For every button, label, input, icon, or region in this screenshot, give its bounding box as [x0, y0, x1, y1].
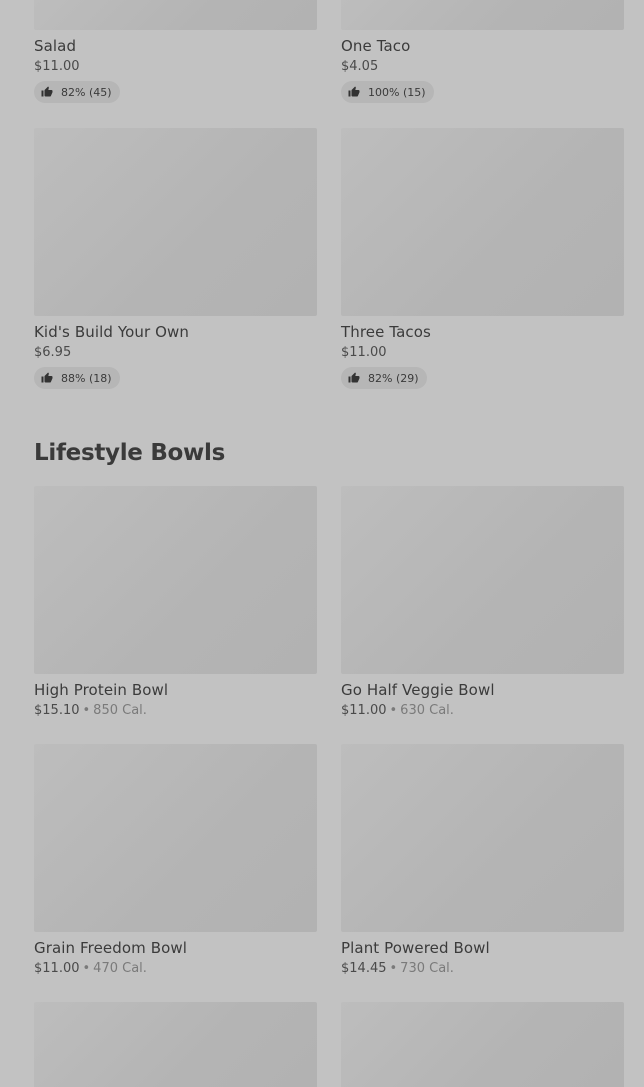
item-price: $11.00 — [341, 345, 387, 360]
thumbs-up-icon — [41, 372, 53, 383]
item-price-calories: $11.00 • 470 Cal. — [34, 961, 317, 977]
separator-dot: • — [389, 703, 398, 718]
menu-item-card[interactable]: Kid's Build Your Own $6.95 88% (18) — [34, 128, 317, 389]
item-price: $11.00 — [34, 59, 80, 74]
lifestyle-grid-row: High Protein Bowl $15.10 • 850 Cal. Go Hal… — [34, 486, 624, 719]
menu-grid-row: Kid's Build Your Own $6.95 88% (18) Thre… — [34, 128, 624, 389]
menu-item-card[interactable]: Salad $11.00 82% (45) — [34, 0, 317, 103]
item-price: $14.45 — [341, 961, 387, 976]
item-image[interactable] — [341, 0, 624, 30]
menu-item-card[interactable]: Plant Powered Bowl $14.45 • 730 Cal. — [341, 744, 624, 977]
lifestyle-grid-row — [34, 1002, 624, 1087]
rating-badge: 82% (45) — [34, 81, 120, 103]
separator-dot: • — [389, 961, 398, 976]
item-calories: 630 Cal. — [400, 703, 454, 718]
item-image[interactable] — [34, 128, 317, 316]
rating-text: 100% (15) — [368, 85, 426, 99]
thumbs-up-icon — [348, 86, 360, 97]
rating-badge: 88% (18) — [34, 367, 120, 389]
menu-item-card[interactable]: Go Half Veggie Bowl $11.00 • 630 Cal. — [341, 486, 624, 719]
rating-badge: 100% (15) — [341, 81, 434, 103]
menu-grid-top: Salad $11.00 82% (45) One Taco $4.05 100… — [34, 0, 624, 103]
item-image[interactable] — [34, 1002, 317, 1087]
menu-item-card[interactable]: High Protein Bowl $15.10 • 850 Cal. — [34, 486, 317, 719]
item-price: $6.95 — [34, 345, 72, 360]
item-image[interactable] — [341, 486, 624, 674]
item-name: Plant Powered Bowl — [341, 939, 490, 957]
item-calories: 730 Cal. — [400, 961, 454, 976]
item-name: High Protein Bowl — [34, 681, 169, 699]
item-image[interactable] — [34, 0, 317, 30]
menu-item-card[interactable]: One Taco $4.05 100% (15) — [341, 0, 624, 103]
menu-item-card[interactable] — [341, 1002, 624, 1087]
menu-item-card[interactable]: Three Tacos $11.00 82% (29) — [341, 128, 624, 389]
item-name: Three Tacos — [341, 323, 431, 341]
menu-item-card[interactable]: Grain Freedom Bowl $11.00 • 470 Cal. — [34, 744, 317, 977]
item-price: $11.00 — [34, 961, 80, 976]
separator-dot: • — [82, 703, 91, 718]
item-price: $11.00 — [341, 703, 387, 718]
item-image[interactable] — [34, 744, 317, 932]
thumbs-up-icon — [348, 372, 360, 383]
lifestyle-grid-row: Grain Freedom Bowl $11.00 • 470 Cal. Plant… — [34, 744, 624, 977]
item-price: $15.10 — [34, 703, 80, 718]
item-calories: 850 Cal. — [93, 703, 147, 718]
thumbs-up-icon — [41, 86, 53, 97]
item-image[interactable] — [341, 744, 624, 932]
rating-badge: 82% (29) — [341, 367, 427, 389]
item-price-calories: $15.10 • 850 Cal. — [34, 703, 317, 719]
item-name: Grain Freedom Bowl — [34, 939, 188, 957]
item-calories: 470 Cal. — [93, 961, 147, 976]
menu-item-card[interactable] — [34, 1002, 317, 1087]
item-image[interactable] — [341, 128, 624, 316]
rating-text: 82% (29) — [368, 371, 419, 385]
item-image[interactable] — [341, 1002, 624, 1087]
item-name: One Taco — [341, 37, 411, 55]
item-image[interactable] — [34, 486, 317, 674]
item-price-calories: $14.45 • 730 Cal. — [341, 961, 624, 977]
separator-dot: • — [82, 961, 91, 976]
item-name: Kid's Build Your Own — [34, 323, 190, 341]
rating-text: 82% (45) — [61, 85, 112, 99]
item-price-calories: $11.00 • 630 Cal. — [341, 703, 624, 719]
section-title-lifestyle-bowls: Lifestyle Bowls — [34, 440, 225, 466]
item-price: $4.05 — [341, 59, 379, 74]
rating-text: 88% (18) — [61, 371, 112, 385]
item-name: Go Half Veggie Bowl — [341, 681, 495, 699]
item-name: Salad — [34, 37, 77, 55]
